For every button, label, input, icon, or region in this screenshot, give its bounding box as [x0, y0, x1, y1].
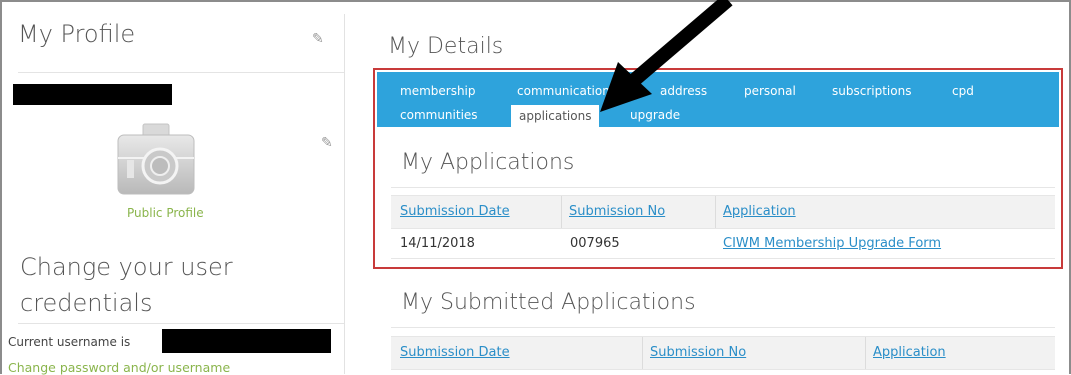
divider: [18, 323, 344, 324]
edit-photo-pencil-icon[interactable]: ✎: [321, 136, 335, 150]
divider: [391, 327, 1055, 328]
public-profile-link[interactable]: Public Profile: [127, 206, 204, 220]
details-title: My Details: [388, 34, 504, 59]
redacted-name: [13, 84, 172, 105]
credentials-title: Change your user credentials: [20, 253, 233, 317]
col-submission-date[interactable]: Submission Date: [393, 337, 633, 369]
col-application[interactable]: Application: [865, 337, 1055, 369]
annotation-arrow-icon: [600, 0, 733, 112]
change-password-link[interactable]: Change password and/or username: [8, 360, 230, 375]
divider: [18, 72, 344, 73]
edit-profile-pencil-icon[interactable]: ✎: [312, 32, 326, 46]
current-username-label: Current username is: [8, 335, 131, 349]
col-submission-no[interactable]: Submission No: [642, 337, 857, 369]
submitted-table-header: Submission Date Submission No Applicatio…: [391, 336, 1055, 370]
camera-icon[interactable]: [115, 121, 197, 197]
profile-title: My Profile: [18, 20, 136, 48]
redacted-username: [162, 329, 331, 353]
submitted-applications-title: My Submitted Applications: [401, 290, 696, 315]
